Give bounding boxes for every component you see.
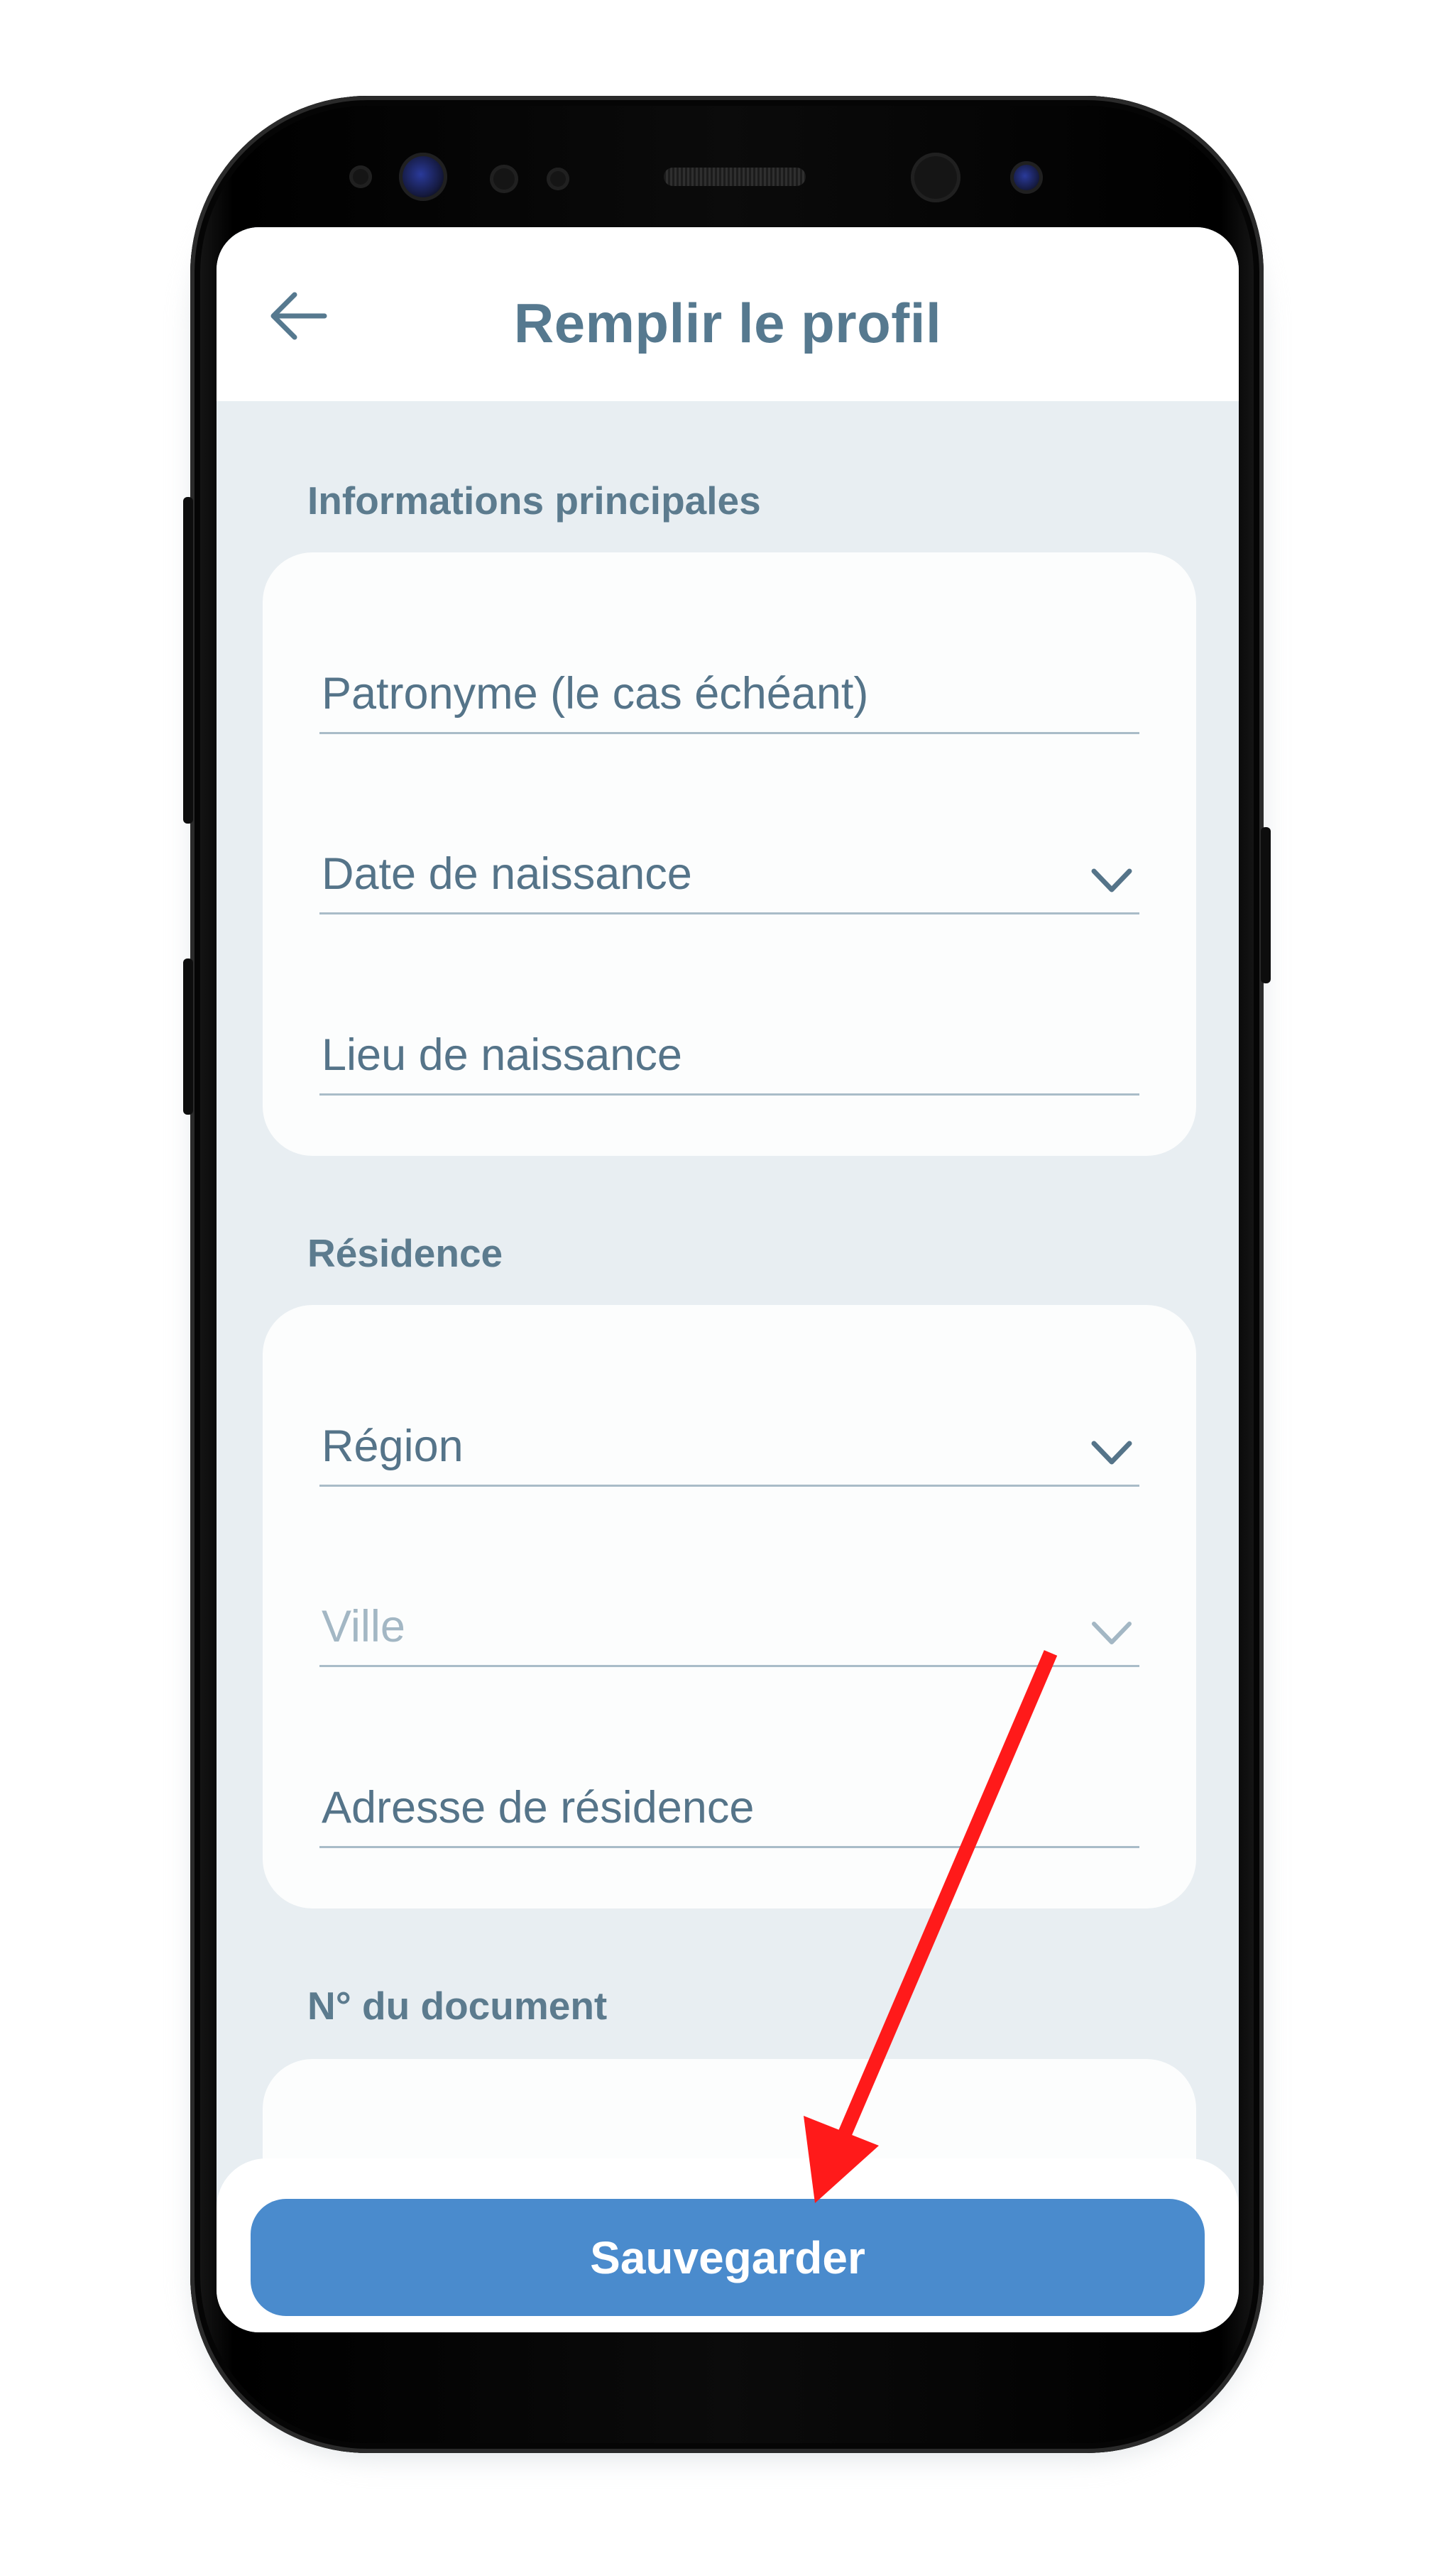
birth-place-field[interactable]: Lieu de naissance: [319, 1003, 1139, 1096]
region-dropdown[interactable]: Région: [319, 1394, 1139, 1487]
field-label: Adresse de résidence: [322, 1783, 755, 1833]
field-label: Ville: [322, 1602, 405, 1651]
proximity-sensor: [349, 165, 372, 188]
surname-field[interactable]: Patronyme (le cas échéant): [319, 641, 1139, 734]
front-camera-icon: [911, 153, 960, 202]
app-screen: Remplir le profil Informations principal…: [217, 227, 1239, 2332]
birth-date-dropdown[interactable]: Date de naissance: [319, 821, 1139, 914]
field-label: Date de naissance: [322, 849, 692, 899]
top-bar: Remplir le profil: [217, 227, 1239, 401]
field-label: Lieu de naissance: [322, 1030, 682, 1080]
chevron-down-icon: [1091, 1441, 1132, 1465]
chevron-down-icon: [1091, 868, 1132, 892]
section-label-main-info: Informations principales: [307, 479, 761, 523]
light-sensor: [490, 165, 518, 193]
save-button[interactable]: Sauvegarder: [251, 2199, 1205, 2316]
page-title: Remplir le profil: [513, 292, 942, 354]
field-label: Patronyme (le cas échéant): [322, 669, 869, 719]
chevron-down-icon: [1092, 1622, 1132, 1644]
iris-scanner-icon: [399, 153, 447, 201]
section-label-document: N° du document: [307, 1984, 608, 2028]
residence-address-field[interactable]: Adresse de résidence: [319, 1755, 1139, 1848]
light-sensor-small: [547, 168, 569, 190]
city-dropdown[interactable]: Ville: [319, 1574, 1139, 1667]
field-label: Région: [322, 1421, 464, 1471]
earpiece-speaker: [664, 168, 806, 186]
volume-up-button: [183, 497, 193, 824]
volume-down-button: [183, 958, 193, 1115]
section-label-residence: Résidence: [307, 1231, 503, 1275]
power-button: [1261, 827, 1271, 983]
front-camera-lens-icon: [1010, 161, 1043, 194]
